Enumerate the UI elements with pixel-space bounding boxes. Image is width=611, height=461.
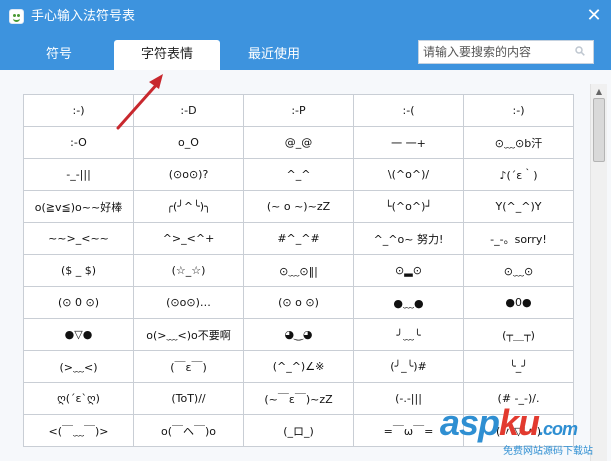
emoticon-cell[interactable]: :-D [133,94,244,127]
emoticon-row: (>﹏<) (￣ε￣) (^_^)∠※ (╯_╰)# ╰_╯ [23,350,574,383]
emoticon-cell[interactable]: :-) [23,94,134,127]
emoticon-cell[interactable]: ●﹏● [353,286,464,319]
emoticon-cell[interactable]: ^_^o~ 努力! [353,222,464,255]
emoticon-cell[interactable]: ⊙﹏⊙ [463,254,574,287]
emoticon-cell[interactable]: :-) [463,94,574,127]
emoticon-cell[interactable]: ^_^ [243,158,354,191]
emoticon-cell[interactable]: (⊙ 0 ⊙) [23,286,134,319]
emoticon-cell[interactable]: <(￣﹏￣)> [23,414,134,447]
emoticon-cell[interactable]: (^_^)∠※ [243,350,354,383]
emoticon-cell[interactable]: (￣ε￣) [133,350,244,383]
emoticon-row: :-):-D:-P:-(:-) [23,94,574,127]
emoticon-cell[interactable]: └(^o^)┘ [353,190,464,223]
emoticon-cell[interactable]: ^>_<^+ [133,222,244,255]
emoticon-cell[interactable]: (⊙o⊙)… [133,286,244,319]
emoticon-cell[interactable]: ◕‿◕ [243,318,354,351]
emoticon-cell[interactable]: :-( [353,94,464,127]
emoticon-cell[interactable]: ღ(´ε`ღ) [23,382,134,415]
emoticon-cell[interactable]: (╯_╰)# [353,350,464,383]
emoticon-cell[interactable]: (⊙o⊙)? [133,158,244,191]
emoticon-cell[interactable]: ⊙﹏⊙‖| [243,254,354,287]
emoticon-cell[interactable]: (~ o ~)~zZ [243,190,354,223]
emoticon-cell[interactable]: ●0● [463,286,574,319]
emoticon-cell[interactable]: ╭(╯^╰)╮ [133,190,244,223]
search-input[interactable] [423,44,563,60]
window-title: 手心输入法符号表 [31,9,136,24]
emoticon-cell[interactable]: ♪(´ε｀) [463,158,574,191]
emoticon-cell[interactable]: o(￣ヘ￣)o [133,414,244,447]
emoticon-cell[interactable]: 一 一+ [353,126,464,159]
emoticon-cell[interactable]: @_@ [243,126,354,159]
emoticon-row: ●▽● o(>﹏<)o不要啊 ◕‿◕ ╯﹏╰ (┬＿┬) [23,318,574,351]
emoticon-cell[interactable]: -_-||| [23,158,134,191]
emoticon-cell[interactable]: ●▽● [23,318,134,351]
emoticon-cell[interactable]: ~~>_<~~ [23,222,134,255]
scroll-thumb[interactable] [593,98,605,162]
emoticon-row: o(≧v≦)o~~好棒 ╭(╯^╰)╮ (~ o ~)~zZ └(^o^)┘ Y(^_^… [23,190,574,223]
close-button[interactable]: ✕ [581,4,607,28]
vertical-scrollbar[interactable]: ▲ [590,84,607,461]
emoticon-cell[interactable]: ($ _ $) [23,254,134,287]
emoticon-cell[interactable]: Y(^_^)Y [463,190,574,223]
tab-bar: 符号 字符表情 最近使用 [0,34,611,70]
search-icon[interactable] [575,46,585,56]
emoticon-cell[interactable]: (>﹏<) [23,350,134,383]
emoticon-cell[interactable]: o_O [133,126,244,159]
emoticon-cell[interactable]: ╯﹏╰ [353,318,464,351]
emoticon-cell[interactable]: #^_^# [243,222,354,255]
search-box [418,40,594,64]
emoticon-cell[interactable]: (_ロ_) [243,414,354,447]
emoticon-cell[interactable]: :-P [243,94,354,127]
title-bar: 手心输入法符号表 ✕ [0,0,611,34]
emoticon-cell[interactable]: -_-。sorry! [463,222,574,255]
emoticon-cell[interactable]: (ToT)// [133,382,244,415]
emoticon-cell[interactable]: (⊙ o ⊙) [243,286,354,319]
emoticon-cell[interactable]: (┬＿┬) [463,318,574,351]
emoticon-cell[interactable]: ╰_╯ [463,350,574,383]
tab-symbols[interactable]: 符号 [6,40,112,70]
emoticon-cell[interactable]: (☆_☆) [133,254,244,287]
tab-recent[interactable]: 最近使用 [221,40,327,70]
tab-emoticons[interactable]: 字符表情 [114,40,220,70]
emoticon-row: ~~>_<~~ ^>_<^+ #^_^# ^_^o~ 努力! -_-。sorry! [23,222,574,255]
smiley-app-icon [9,9,24,24]
emoticon-cell[interactable]: o(≧v≦)o~~好棒 [23,190,134,223]
emoticon-cell[interactable]: ⊙▂⊙ [353,254,464,287]
emoticon-cell[interactable]: \(^o^)/ [353,158,464,191]
emoticon-cell[interactable]: ⊙﹏⊙b汗 [463,126,574,159]
emoticon-row: :-O o_O @_@ 一 一+ ⊙﹏⊙b汗 [23,126,574,159]
watermark-logo: aspku.com 免费网站源码下载站 [439,402,593,458]
emoticon-row: ($ _ $) (☆_☆) ⊙﹏⊙‖| ⊙▂⊙ ⊙﹏⊙ [23,254,574,287]
emoticon-grid: :-):-D:-P:-(:-):-O o_O @_@ 一 一+ ⊙﹏⊙b汗 -_-|||(… [23,94,574,447]
emoticon-cell[interactable]: (~￣ε￣)~zZ [243,382,354,415]
emoticon-cell[interactable]: o(>﹏<)o不要啊 [133,318,244,351]
emoticon-row: -_-||| (⊙o⊙)? ^_^ \(^o^)/♪(´ε｀) [23,158,574,191]
emoticon-row: (⊙ 0 ⊙) (⊙o⊙)… (⊙ o ⊙) ●﹏● ●0● [23,286,574,319]
emoticon-cell[interactable]: :-O [23,126,134,159]
